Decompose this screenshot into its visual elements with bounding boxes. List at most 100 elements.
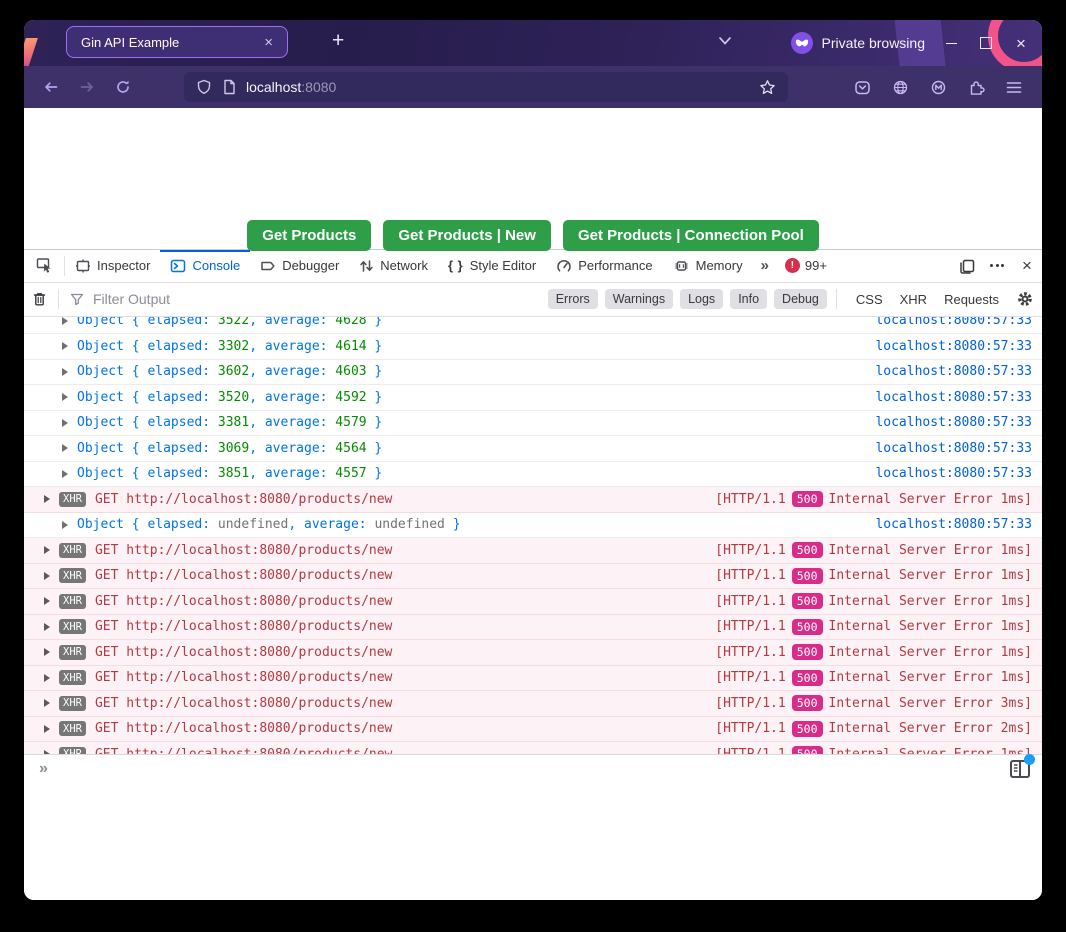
- m-extension-icon[interactable]: [930, 79, 947, 96]
- tab-console[interactable]: Console: [160, 250, 250, 282]
- minimize-button[interactable]: [942, 34, 960, 52]
- expand-arrow-icon[interactable]: [62, 419, 68, 427]
- expand-arrow-icon[interactable]: [62, 444, 68, 452]
- forward-button[interactable]: [74, 74, 100, 100]
- console-log-row[interactable]: Object { elapsed: 3602, average: 4603 } l…: [24, 360, 1042, 386]
- console-input-row[interactable]: »: [24, 754, 1042, 901]
- close-devtools-button[interactable]: [1012, 250, 1042, 282]
- console-error-row[interactable]: XHRGET http://localhost:8080/products/ne…: [24, 589, 1042, 615]
- log-message: Object { elapsed: 3381, average: 4579 }: [77, 415, 382, 430]
- filter-logs-button[interactable]: Logs: [680, 289, 723, 309]
- expand-arrow-icon[interactable]: [44, 546, 50, 554]
- browser-tab[interactable]: Gin API Example: [66, 26, 288, 58]
- source-location-link[interactable]: localhost:8080:57:33: [875, 517, 1032, 532]
- filter-debug-button[interactable]: Debug: [774, 289, 827, 309]
- expand-arrow-icon[interactable]: [62, 521, 68, 529]
- expand-arrow-icon[interactable]: [44, 495, 50, 503]
- get-products-button[interactable]: Get Products: [247, 220, 371, 251]
- filter-info-button[interactable]: Info: [730, 289, 767, 309]
- console-error-row[interactable]: XHRGET http://localhost:8080/products/ne…: [24, 564, 1042, 590]
- console-error-row[interactable]: XHRGET http://localhost:8080/products/ne…: [24, 640, 1042, 666]
- pick-element-button[interactable]: [24, 250, 64, 282]
- source-location-link[interactable]: localhost:8080:57:33: [875, 317, 1032, 329]
- tab-performance[interactable]: Performance: [546, 250, 662, 282]
- console-output[interactable]: Object { elapsed: 3522, average: 4628 }l…: [24, 317, 1042, 754]
- console-log-row[interactable]: Object { elapsed: 3302, average: 4614 }l…: [24, 334, 1042, 360]
- url-bar[interactable]: localhost:8080: [184, 72, 788, 102]
- console-log-row[interactable]: Object { elapsed: undefined, average: un…: [24, 513, 1042, 539]
- expand-arrow-icon[interactable]: [62, 393, 68, 401]
- error-count-badge[interactable]: 99+: [777, 250, 835, 282]
- tab-close-icon[interactable]: [260, 33, 277, 52]
- shield-icon[interactable]: [196, 79, 212, 96]
- tab-inspector[interactable]: Inspector: [65, 250, 160, 282]
- clear-console-trash-button[interactable]: [32, 291, 47, 307]
- filter-input[interactable]: Filter Output: [93, 291, 170, 307]
- close-window-button[interactable]: [1012, 34, 1030, 52]
- log-message: Object { elapsed: 3520, average: 4592 }: [77, 390, 382, 405]
- expand-arrow-icon[interactable]: [62, 470, 68, 478]
- back-button[interactable]: [38, 74, 64, 100]
- console-settings-gear-icon[interactable]: [1016, 290, 1034, 308]
- tab-memory[interactable]: Memory: [663, 250, 753, 282]
- source-location-link[interactable]: localhost:8080:57:33: [875, 441, 1032, 456]
- filter-xhr-button[interactable]: XHR: [900, 292, 927, 307]
- expand-arrow-icon[interactable]: [44, 597, 50, 605]
- status-500-badge: 500: [792, 568, 823, 584]
- console-log-row[interactable]: Object { elapsed: 3522, average: 4628 }l…: [24, 317, 1042, 335]
- expand-arrow-icon[interactable]: [44, 648, 50, 656]
- console-prompt: »: [39, 760, 48, 777]
- filter-warnings-button[interactable]: Warnings: [605, 289, 673, 309]
- maximize-button[interactable]: [977, 34, 995, 52]
- expand-arrow-icon[interactable]: [62, 368, 68, 376]
- console-error-row[interactable]: XHRGET http://localhost:8080/products/ne…: [24, 691, 1042, 717]
- expand-arrow-icon[interactable]: [62, 317, 68, 325]
- filter-errors-button[interactable]: Errors: [548, 289, 598, 309]
- get-products-connection-pool-button[interactable]: Get Products | Connection Pool: [563, 220, 819, 251]
- expand-arrow-icon[interactable]: [44, 572, 50, 580]
- menu-hamburger-icon[interactable]: [1006, 81, 1022, 94]
- tab-debugger[interactable]: Debugger: [250, 250, 349, 282]
- expand-arrow-icon[interactable]: [44, 674, 50, 682]
- bookmark-star-icon[interactable]: [759, 79, 776, 96]
- tab-network[interactable]: Network: [349, 250, 438, 282]
- console-error-row[interactable]: XHRGET http://localhost:8080/products/ne…: [24, 742, 1042, 754]
- tab-style-editor[interactable]: { } Style Editor: [438, 250, 546, 282]
- extensions-puzzle-icon[interactable]: [968, 79, 985, 96]
- source-location-link[interactable]: localhost:8080:57:33: [875, 339, 1032, 354]
- list-tabs-chevron-icon[interactable]: [718, 36, 732, 46]
- console-log-row[interactable]: Object { elapsed: 3851, average: 4557 }l…: [24, 462, 1042, 488]
- console-log-row[interactable]: Object { elapsed: 3381, average: 4579 } l…: [24, 411, 1042, 437]
- page-info-icon[interactable]: [222, 79, 236, 95]
- xhr-badge: XHR: [59, 645, 86, 660]
- status-500-badge: 500: [792, 695, 823, 711]
- expand-arrow-icon[interactable]: [44, 623, 50, 631]
- console-log-row[interactable]: Object { elapsed: 3520, average: 4592 } l…: [24, 385, 1042, 411]
- globe-extension-icon[interactable]: [892, 79, 909, 96]
- filter-requests-button[interactable]: Requests: [944, 292, 999, 307]
- filter-css-button[interactable]: CSS: [856, 292, 883, 307]
- reload-button[interactable]: [110, 74, 136, 100]
- new-tab-button[interactable]: [326, 29, 350, 53]
- console-error-row[interactable]: XHRGET http://localhost:8080/products/ne…: [24, 487, 1042, 513]
- source-location-link[interactable]: localhost:8080:57:33: [875, 390, 1032, 405]
- sidebar-toggle-button[interactable]: [1008, 757, 1032, 781]
- source-location-link[interactable]: localhost:8080:57:33: [875, 466, 1032, 481]
- source-location-link[interactable]: localhost:8080:57:33: [875, 364, 1032, 379]
- expand-arrow-icon[interactable]: [44, 699, 50, 707]
- devtools-menu-button[interactable]: [982, 250, 1012, 282]
- console-error-row[interactable]: XHRGET http://localhost:8080/products/ne…: [24, 666, 1042, 692]
- split-console-button[interactable]: [952, 250, 982, 282]
- console-log-row[interactable]: Object { elapsed: 3069, average: 4564 }l…: [24, 436, 1042, 462]
- log-message: Object { elapsed: 3602, average: 4603 }: [77, 364, 382, 379]
- close-icon: [1022, 257, 1032, 274]
- get-products-new-button[interactable]: Get Products | New: [383, 220, 551, 251]
- pocket-icon[interactable]: [854, 79, 871, 96]
- console-error-row[interactable]: XHRGET http://localhost:8080/products/ne…: [24, 717, 1042, 743]
- console-error-row[interactable]: XHRGET http://localhost:8080/products/ne…: [24, 615, 1042, 641]
- expand-arrow-icon[interactable]: [62, 342, 68, 350]
- expand-arrow-icon[interactable]: [44, 725, 50, 733]
- more-tabs-icon[interactable]: [753, 250, 777, 282]
- source-location-link[interactable]: localhost:8080:57:33: [875, 415, 1032, 430]
- console-error-row[interactable]: XHRGET http://localhost:8080/products/ne…: [24, 538, 1042, 564]
